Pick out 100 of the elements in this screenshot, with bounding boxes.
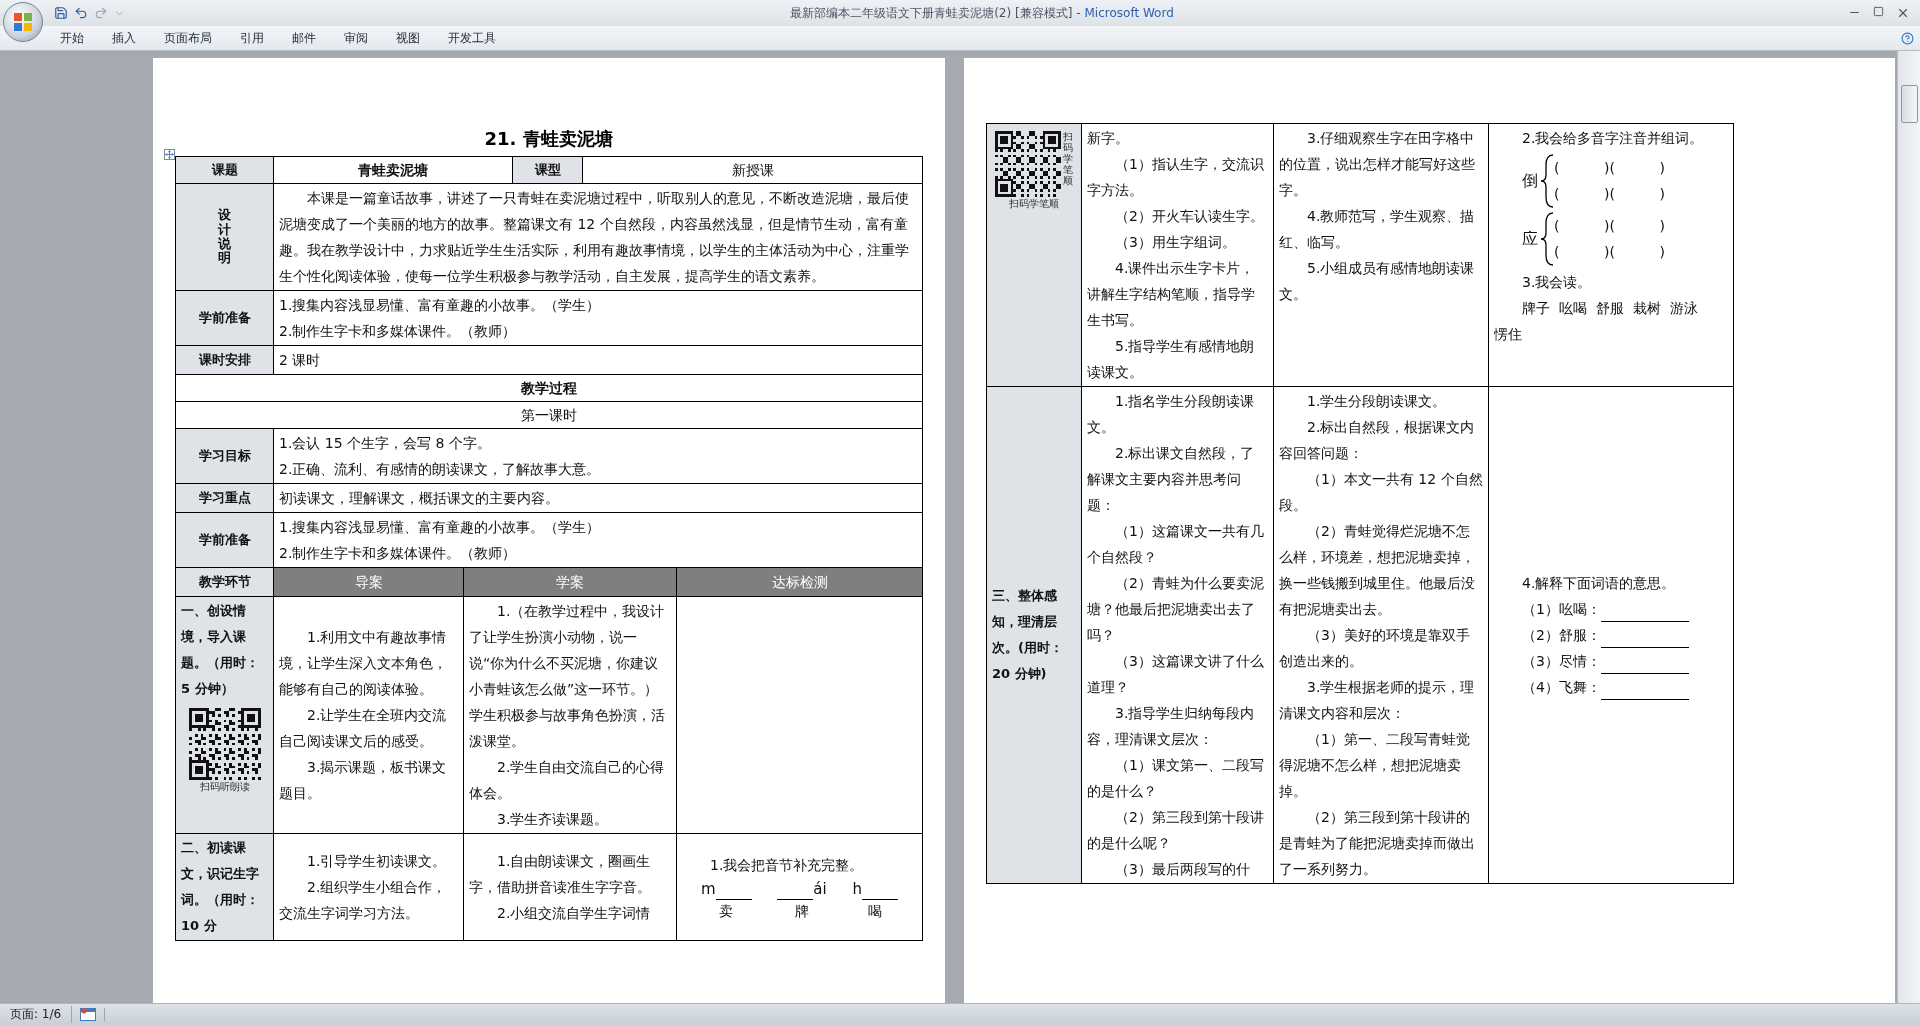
- cell-text: 2 课时: [279, 351, 322, 370]
- cell-text: （3）这篇课文讲了什么道理？: [1087, 652, 1265, 697]
- ribbon-tab[interactable]: 引用: [226, 27, 278, 49]
- cell-text: 2.标出自然段，根据课文内容回答问题：: [1279, 418, 1476, 463]
- qr-side-caption: 扫码学笔顺: [1063, 131, 1073, 186]
- row-label: 学前准备: [198, 531, 251, 549]
- row-label: 学习重点: [198, 489, 251, 507]
- cell-text: （1）第一、二段写青蛙觉得泥塘不怎么样，想把泥塘卖掉。: [1279, 730, 1471, 801]
- cell-text: 1.利用文中有趣故事情境，让学生深入文本角色，能够有自己的阅读体验。: [279, 628, 448, 699]
- row-label: 课时安排: [198, 351, 251, 369]
- cell-text: 4.解释下面词语的意思。: [1521, 574, 1677, 593]
- help-icon[interactable]: [1901, 31, 1914, 45]
- value-cell: 青蛙卖泥塘: [273, 156, 513, 184]
- cell-text: 5.指导学生有感情地朗读课文。: [1087, 337, 1256, 382]
- term-text: （4）飞舞：: [1522, 678, 1601, 697]
- cell-text: 2.标出课文自然段，了解课文主要内容并思考问题：: [1087, 444, 1256, 515]
- hanzi-text: 应: [1522, 228, 1538, 250]
- cell-text: 3.指导学生归纳每段内容，理清课文层次：: [1087, 704, 1256, 749]
- word-text: 愣住: [1494, 325, 1522, 344]
- cell-text: 初读课文，理解课文，概括课文的主要内容。: [279, 489, 560, 508]
- term-text: （1）吆喝：: [1522, 600, 1601, 619]
- cell-text: 2.我会给多音字注音并组词。: [1521, 129, 1705, 148]
- brace-icon: [1540, 153, 1554, 209]
- cell-text: 4.课件出示生字卡片，讲解生字结构笔顺，指导学生书写。: [1087, 259, 1256, 330]
- ribbon-tab[interactable]: 插入: [98, 27, 150, 49]
- step-title: 二、初读课文，识记生字词。（用时：10 分: [181, 839, 260, 935]
- section-heading: 第一课时: [175, 401, 923, 429]
- cell-text: （3）最后两段写的什: [1114, 860, 1251, 879]
- column-header: 导案: [273, 567, 464, 597]
- pinyin-text: m: [700, 879, 716, 900]
- document-title: 21. 青蛙卖泥塘: [483, 127, 614, 151]
- cell-text: （2）青蛙为什么要卖泥塘？他最后把泥塘卖出去了吗？: [1087, 574, 1265, 645]
- qr-caption: 扫码学笔顺: [1009, 197, 1059, 211]
- qr-caption: 扫码听朗读: [199, 780, 250, 794]
- hanzi-text: 卖: [719, 902, 734, 921]
- cell-text: （3）用生字组词。: [1114, 233, 1237, 252]
- cell-text: 2.正确、流利、有感情的朗读课文，了解故事大意。: [279, 460, 602, 479]
- word-text: 栽树: [1633, 299, 1661, 318]
- cell-text: （1）指认生字，交流识字方法。: [1087, 155, 1265, 200]
- cell-text: （1）本文一共有 12 个自然段。: [1279, 470, 1483, 515]
- cell-text: 3.仔细观察生字在田字格中的位置，说出怎样才能写好这些字。: [1279, 129, 1476, 200]
- cell-text: （2）青蛙觉得烂泥塘不怎么样，环境差，想把泥塘卖掉，换一些钱搬到城里住。他最后没有把泥塘卖出去。: [1279, 522, 1476, 619]
- answer-line: ( )( ): [1554, 185, 1665, 204]
- save-icon[interactable]: [54, 6, 68, 20]
- move-handle-icon[interactable]: [164, 149, 175, 160]
- column-header: 学案: [463, 567, 677, 597]
- cell-text: 1.（在教学过程中，我设计了让学生扮演小动物，说一说“你为什么不买泥塘，你建议小青蛙该怎么做”这一环节。）学生积极参与故事角色扮演，活泼课堂。: [469, 602, 666, 751]
- word-text: 牌子: [1522, 299, 1550, 318]
- ribbon-tab[interactable]: 开发工具: [434, 27, 510, 49]
- word-text: 吆喝: [1559, 299, 1587, 318]
- label-cell: 教学环节: [175, 567, 274, 597]
- term-text: （2）舒服：: [1522, 626, 1601, 645]
- answer-line: ( )( ): [1554, 243, 1665, 262]
- cell-text: 5.小组成员有感情地朗读课文。: [1279, 259, 1476, 304]
- cell-text: （3）美好的环境是靠双手创造出来的。: [1279, 626, 1471, 671]
- cell-text: （1）课文第一、二段写的是什么？: [1087, 756, 1265, 801]
- ribbon-tab[interactable]: 视图: [382, 27, 434, 49]
- cell-text: 本课是一篇童话故事，讲述了一只青蛙在卖泥塘过程中，听取别人的意见，不断改造泥塘，最后使泥塘变成了一个美丽的地方的故事。整篇课文有 12 个自然段，内容虽然浅显，但是情节生动，富有童趣。我在教学设计中，力求贴近学生生活实际，利用有趣故事情境，以学生的主体活动为中心，注重学生个性化阅读体验，使每一位学生积极参与教学活动，自主发展，提高学生的语文素养。: [279, 189, 910, 286]
- column-header: 达标检测: [676, 567, 923, 597]
- logo-icon: [12, 11, 34, 33]
- undo-icon[interactable]: [74, 6, 88, 20]
- ribbon-tab[interactable]: 审阅: [330, 27, 382, 49]
- cell-text: 3.揭示课题，板书课文题目。: [279, 758, 448, 803]
- cell-text: 1.会认 15 个生字，会写 8 个字。: [279, 434, 492, 453]
- cell-text: 1.搜集内容浅显易懂、富有童趣的小故事。（学生）: [279, 518, 602, 537]
- scrollbar[interactable]: [1897, 51, 1920, 1003]
- cell-text: 2.让学生在全班内交流自己阅读课文后的感受。: [279, 706, 448, 751]
- row-label: 学前准备: [198, 309, 251, 327]
- cell-text: 1.我会把音节补充完整。: [709, 856, 865, 875]
- qr-code-icon: [995, 131, 1061, 197]
- cell-text: （1）这篇课文一共有几个自然段？: [1087, 522, 1265, 567]
- hanzi-text: 牌: [795, 902, 810, 921]
- hanzi-text: 喝: [868, 902, 883, 921]
- cell-text: 2.制作生字卡和多媒体课件。（教师）: [279, 544, 518, 563]
- close-icon[interactable]: [1896, 6, 1910, 20]
- pinyin-text: ái: [813, 879, 827, 900]
- answer-line: ( )( ): [1554, 217, 1665, 236]
- answer-line: ( )( ): [1554, 159, 1665, 178]
- window-title: 最新部编本二年级语文下册青蛙卖泥塘(2) [兼容模式] - Microsoft Word: [789, 4, 1175, 22]
- cell-text: 1.自由朗读课文，圈画生字，借助拼音读准生字字音。: [469, 852, 652, 897]
- ribbon-tab[interactable]: 页面布局: [150, 27, 226, 49]
- word-text: 舒服: [1596, 299, 1624, 318]
- brace-icon: [1540, 211, 1554, 267]
- step-title: 三、整体感知，理清层次。(用时：20 分钟): [992, 587, 1064, 683]
- label-cell: 课型: [512, 156, 583, 184]
- step-title: 一、创设情境，导入课题。（用时：5 分钟）: [181, 602, 260, 698]
- cell-text: （2）开火车认读生字。: [1114, 207, 1265, 226]
- ribbon-tab[interactable]: 邮件: [278, 27, 330, 49]
- ribbon-tab[interactable]: 开始: [46, 27, 98, 49]
- page-counter: 页面: 1/6: [0, 1006, 73, 1023]
- cell-text: 3.我会读。: [1521, 273, 1593, 292]
- cell-text: 2.小组交流自学生字词情: [496, 904, 652, 923]
- row-label: 设计说明: [218, 208, 231, 266]
- label-cell: 课题: [175, 156, 274, 184]
- hanzi-text: 倒: [1522, 170, 1538, 192]
- term-text: （3）尽情：: [1522, 652, 1601, 671]
- cell-text: 2.组织学生小组合作，交流生字词学习方法。: [279, 878, 448, 923]
- row-label: 学习目标: [198, 447, 251, 465]
- cell-text: 3.学生齐读课题。: [496, 810, 610, 829]
- value-cell: 新授课: [582, 156, 923, 184]
